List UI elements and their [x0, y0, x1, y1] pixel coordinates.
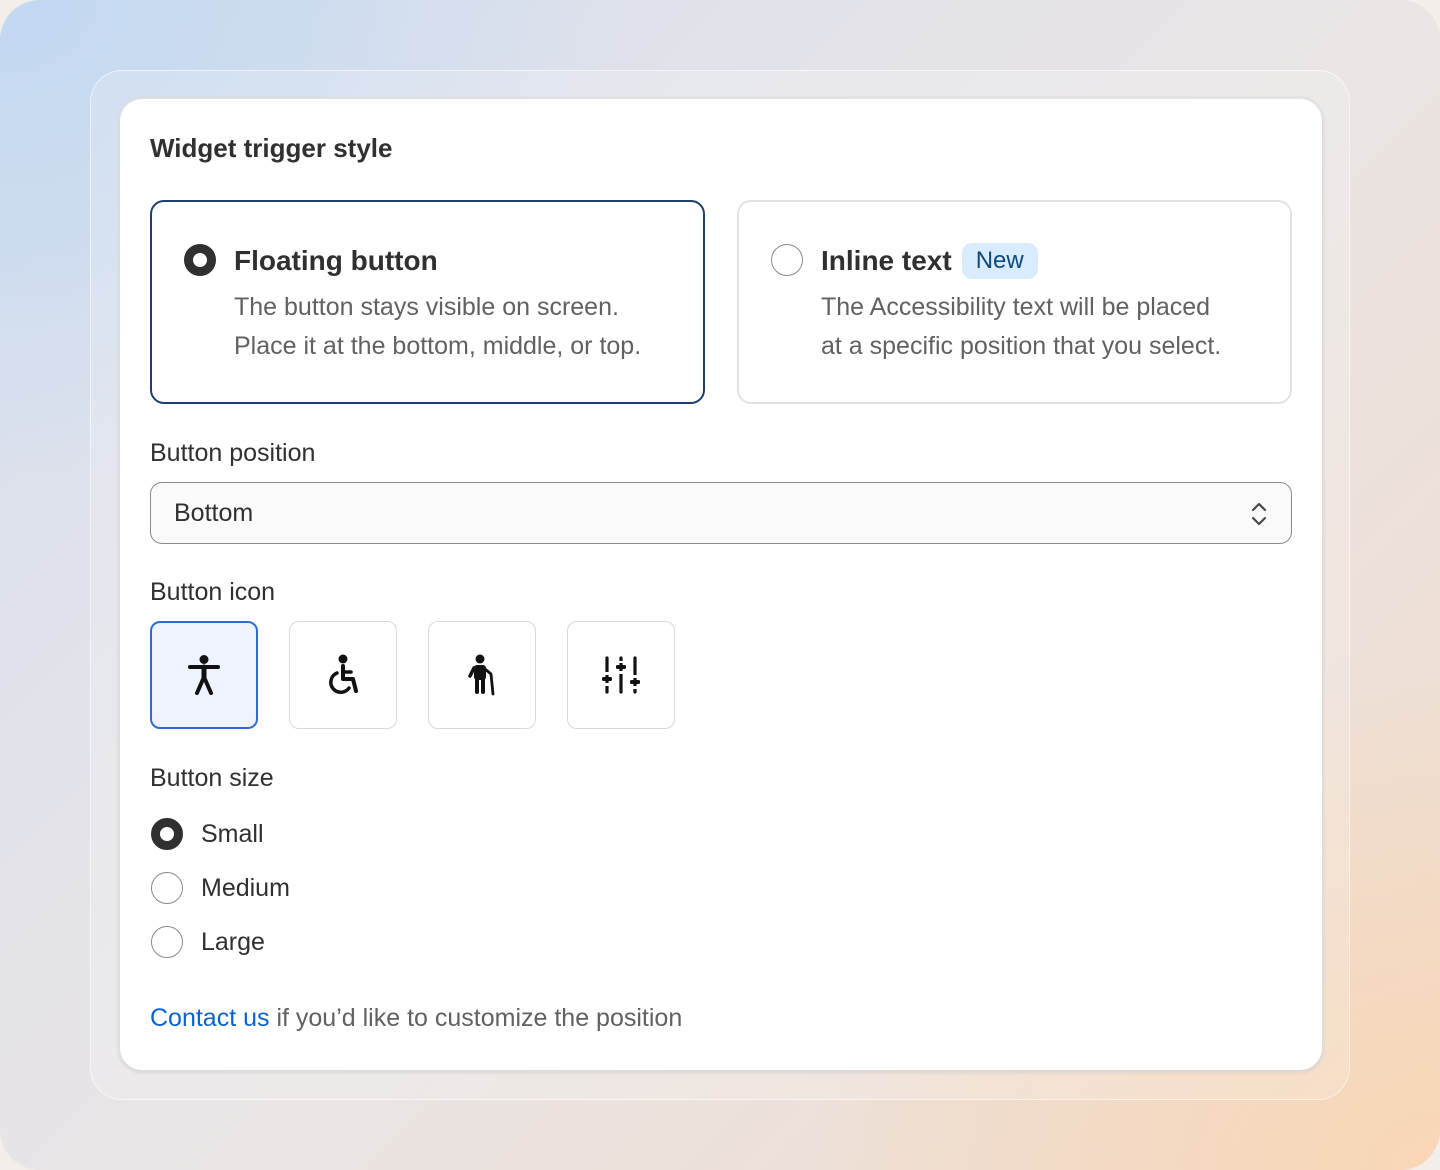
option-title: Inline text — [821, 245, 952, 276]
size-large-radio[interactable] — [151, 926, 183, 958]
icon-option-accessibility[interactable] — [150, 621, 258, 729]
option-description: The button stays visible on screen. Plac… — [234, 288, 694, 366]
size-option-label: Medium — [201, 873, 290, 902]
icon-option-elderly[interactable] — [428, 621, 536, 729]
button-icon-label: Button icon — [150, 578, 276, 606]
size-option-large[interactable]: Large — [151, 926, 265, 958]
option-title: Floating button — [234, 245, 438, 276]
option-description: The Accessibility text will be placed at… — [821, 288, 1281, 366]
option-description-line: Place it at the bottom, middle, or top. — [234, 332, 642, 360]
floating-button-radio[interactable] — [184, 244, 216, 276]
size-option-small[interactable]: Small — [151, 818, 264, 850]
new-badge: New — [961, 243, 1038, 279]
card-title: Widget trigger style — [150, 133, 393, 163]
option-description-line: The Accessibility text will be placed — [821, 293, 1211, 321]
icon-option-sliders[interactable] — [567, 621, 675, 729]
option-header: Inline text New — [821, 243, 1038, 279]
elderly-person-icon — [468, 654, 495, 696]
option-description-line: The button stays visible on screen. — [234, 293, 619, 321]
footer-note: Contact us if you’d like to customize th… — [150, 1004, 682, 1033]
floating-button-option[interactable]: Floating button The button stays visible… — [150, 200, 705, 404]
footer-text: if you’d like to customize the position — [269, 1004, 683, 1032]
button-position-label: Button position — [150, 439, 316, 467]
size-option-label: Large — [201, 927, 265, 956]
size-medium-radio[interactable] — [151, 872, 183, 904]
size-option-label: Small — [201, 819, 264, 848]
inline-text-radio[interactable] — [771, 244, 803, 276]
accessibility-person-icon — [188, 655, 220, 695]
icon-option-wheelchair[interactable] — [289, 621, 397, 729]
settings-card: Widget trigger style Floating button The… — [120, 99, 1322, 1070]
wheelchair-icon — [329, 654, 358, 694]
option-description-line: at a specific position that you select. — [821, 332, 1222, 360]
button-position-select[interactable]: Bottom — [150, 482, 1292, 544]
option-header: Floating button — [234, 243, 438, 279]
chevron-up-down-icon — [1251, 502, 1267, 526]
inline-text-option[interactable]: Inline text New The Accessibility text w… — [737, 200, 1292, 404]
button-size-label: Button size — [150, 764, 274, 792]
size-small-radio[interactable] — [151, 818, 183, 850]
sliders-icon — [602, 656, 640, 694]
select-value: Bottom — [174, 499, 254, 527]
size-option-medium[interactable]: Medium — [151, 872, 290, 904]
contact-us-link[interactable]: Contact us — [150, 1004, 270, 1032]
